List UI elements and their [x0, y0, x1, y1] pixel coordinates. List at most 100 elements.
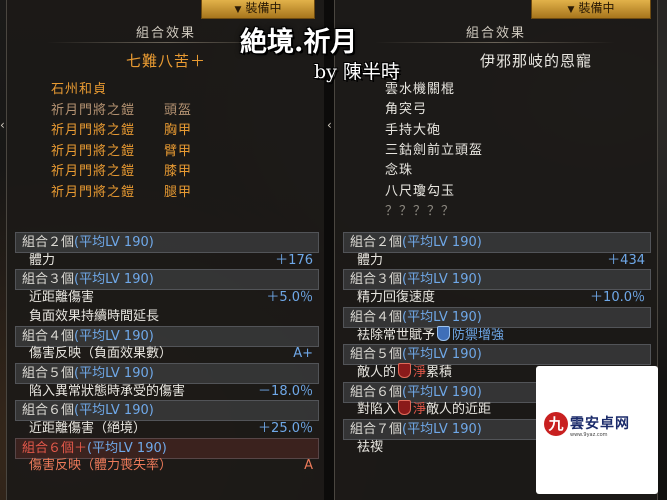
set-item[interactable]: 念珠	[385, 161, 413, 181]
effect-text: 袪除常世賦予	[357, 327, 436, 343]
bonus-effect-label: 精力回復速度	[357, 288, 435, 307]
set-item[interactable]: 祈月門將之鎧 胸甲	[51, 121, 191, 141]
set-bonus-effect: 袪除常世賦予 防禦增強	[343, 325, 651, 345]
bonus-avg-level: (平均LV 190)	[74, 403, 154, 419]
bonus-value: A	[304, 458, 313, 474]
bonus-avg-level: (平均LV 190)	[402, 384, 482, 400]
equipped-tab-right[interactable]: ▼ 裝備中	[531, 0, 651, 19]
shield-icon	[398, 362, 412, 378]
bonus-count: 組合６個	[350, 384, 403, 400]
set-bonus-effect: 近距離傷害 ＋5.0％	[15, 288, 319, 307]
set-bonus-effect: 傷害反映（體力喪失率） A	[15, 456, 319, 475]
bonus-count: 組合３個	[22, 272, 75, 288]
bonus-value: A+	[293, 346, 313, 362]
item-name: 祈月門將之鎧	[51, 164, 136, 179]
shield-icon	[398, 400, 412, 416]
bonus-count-label: 組合５個(平均LV 190)	[22, 364, 154, 383]
tab-label: 裝備中	[578, 1, 615, 15]
set-panel-left: ▼ 裝備中 組合效果 七難八苦＋ 石州和貞 祈月門將之鎧 頭盔 祈月門將之鎧 胸甲 祈月門將…	[6, 0, 326, 500]
bonus-count-label: 組合７個(平均LV 190)	[350, 420, 482, 439]
overlay-title: 絶境.祈月	[240, 27, 358, 58]
effect-text: 近距離傷害	[29, 290, 95, 306]
set-bonus-effect: 負面效果持續時間延長	[15, 307, 319, 326]
bonus-avg-level: (平均LV 190)	[74, 272, 154, 288]
effect-text: 陷入異常狀態時承受的傷害	[29, 383, 186, 399]
bonus-effect-label: 體力	[357, 251, 383, 270]
bonus-effect-label: 負面效果持續時間延長	[29, 307, 159, 326]
bonus-effect-label: 袪禊	[357, 438, 383, 457]
bonus-effect-label: 敵人的 淨累積	[357, 362, 453, 382]
bonus-count-label: 組合３個(平均LV 190)	[22, 270, 154, 289]
shield-icon	[437, 325, 451, 341]
set-bonus-effect: 陷入異常狀態時承受的傷害 －18.0％	[15, 382, 319, 401]
bonus-count-label: 組合６個(平均LV 190)	[22, 401, 154, 420]
set-item[interactable]: 手持大砲	[385, 121, 441, 141]
bonus-count-label: 組合２個(平均LV 190)	[350, 233, 482, 252]
bonus-count: 組合７個	[350, 422, 403, 437]
bonus-count-label: 組合６個(平均LV 190)	[350, 383, 482, 402]
item-name: 雲水機關棍	[385, 82, 456, 97]
set-bonus-effect: 精力回復速度 ＋10.0％	[343, 288, 651, 307]
bonus-effect-label: 袪除常世賦予 防禦增強	[357, 325, 504, 345]
item-slot: 膝甲	[164, 164, 193, 179]
bonus-count: 組合５個	[350, 347, 403, 363]
item-name: 手持大砲	[385, 122, 442, 138]
bonus-avg-level: (平均LV 190)	[402, 309, 482, 325]
set-item[interactable]: 石州和貞	[51, 80, 107, 100]
item-name: 三鈷劍前立頭盔	[385, 142, 484, 158]
equipped-tab-left[interactable]: ▼ 裝備中	[201, 0, 315, 19]
bonus-avg-level: (平均LV 190)	[402, 422, 482, 437]
effect-text: 近距離傷害（絕境）	[29, 421, 147, 436]
set-item[interactable]: ？？？？？	[385, 202, 455, 222]
item-name: 角突弓	[385, 102, 428, 118]
scroll-left-icon[interactable]: ‹	[0, 118, 5, 132]
set-item[interactable]: 祈月門將之鎧 頭盔	[51, 101, 191, 121]
bonus-count: 組合６個	[22, 403, 75, 419]
set-item[interactable]: 祈月門將之鎧 腿甲	[51, 183, 191, 203]
bonus-count-label: 組合４個(平均LV 190)	[22, 327, 154, 346]
effect-text: 對陷入	[357, 402, 397, 418]
effect-text: 精力回復速度	[357, 290, 436, 306]
set-item[interactable]: 八尺瓊勾玉	[385, 182, 455, 202]
bonus-avg-level: (平均LV 190)	[74, 365, 154, 381]
item-slot: 臂甲	[164, 143, 193, 159]
watermark-url: www.9yaz.com	[570, 432, 608, 438]
bonus-avg-level: (平均LV 190)	[74, 235, 154, 250]
watermark-logo: 九 雲安卓网 www.9yaz.com	[536, 366, 658, 494]
set-bonus-effect: 體力 ＋434	[343, 251, 651, 270]
bonus-count: 組合４個	[22, 328, 75, 344]
bonus-count-label: 組合５個(平均LV 190)	[350, 345, 482, 364]
bonus-value: ＋434	[607, 252, 645, 268]
effect-text: 體力	[29, 252, 56, 268]
set-bonus-effect: 傷害反映（負面效果數） A+	[15, 344, 319, 363]
set-item[interactable]: 三鈷劍前立頭盔	[385, 141, 483, 161]
divider	[375, 42, 615, 43]
effect-text: 體力	[357, 252, 384, 268]
bonus-value: ＋10.0％	[590, 290, 645, 306]
item-slot: 腿甲	[164, 184, 193, 200]
bonus-effect-label: 對陷入 淨敵人的近距	[357, 400, 491, 419]
bonus-count-label: 組合４個(平均LV 190)	[350, 308, 482, 327]
effect-text: 袪禊	[357, 439, 384, 455]
bonus-effect-label: 傷害反映（體力喪失率）	[29, 456, 172, 475]
bonus-count-label: 組合２個(平均LV 190)	[22, 233, 154, 252]
effect-text: 傷害反映（負面效果數）	[29, 346, 173, 362]
set-item[interactable]: 祈月門將之鎧 膝甲	[51, 162, 191, 182]
set-item[interactable]: 角突弓	[385, 100, 427, 120]
set-item[interactable]: 祈月門將之鎧 臂甲	[51, 142, 191, 162]
item-slot: 胸甲	[164, 123, 193, 138]
overlay-byline: by 陳半時	[314, 61, 400, 83]
item-name: 祈月門將之鎧	[51, 123, 136, 138]
item-slot: 頭盔	[164, 102, 193, 118]
set-bonus-effect: 近距離傷害（絕境） ＋25.0％	[15, 419, 319, 438]
effect-text-tail: 累積	[426, 364, 453, 380]
bonus-effect-label: 體力	[29, 251, 55, 270]
bonus-count: 組合５個	[22, 365, 75, 381]
bonus-effect-label: 傷害反映（負面效果數）	[29, 344, 172, 363]
item-name: ？？？？？	[385, 203, 456, 219]
item-name: 八尺瓊勾玉	[385, 183, 456, 199]
set-bonus-effect: 體力 ＋176	[15, 251, 319, 270]
effect-text: 傷害反映（體力喪失率）	[29, 458, 173, 474]
scroll-middle-icon[interactable]: ‹	[327, 118, 332, 132]
bonus-avg-level: (平均LV 190)	[87, 440, 167, 456]
